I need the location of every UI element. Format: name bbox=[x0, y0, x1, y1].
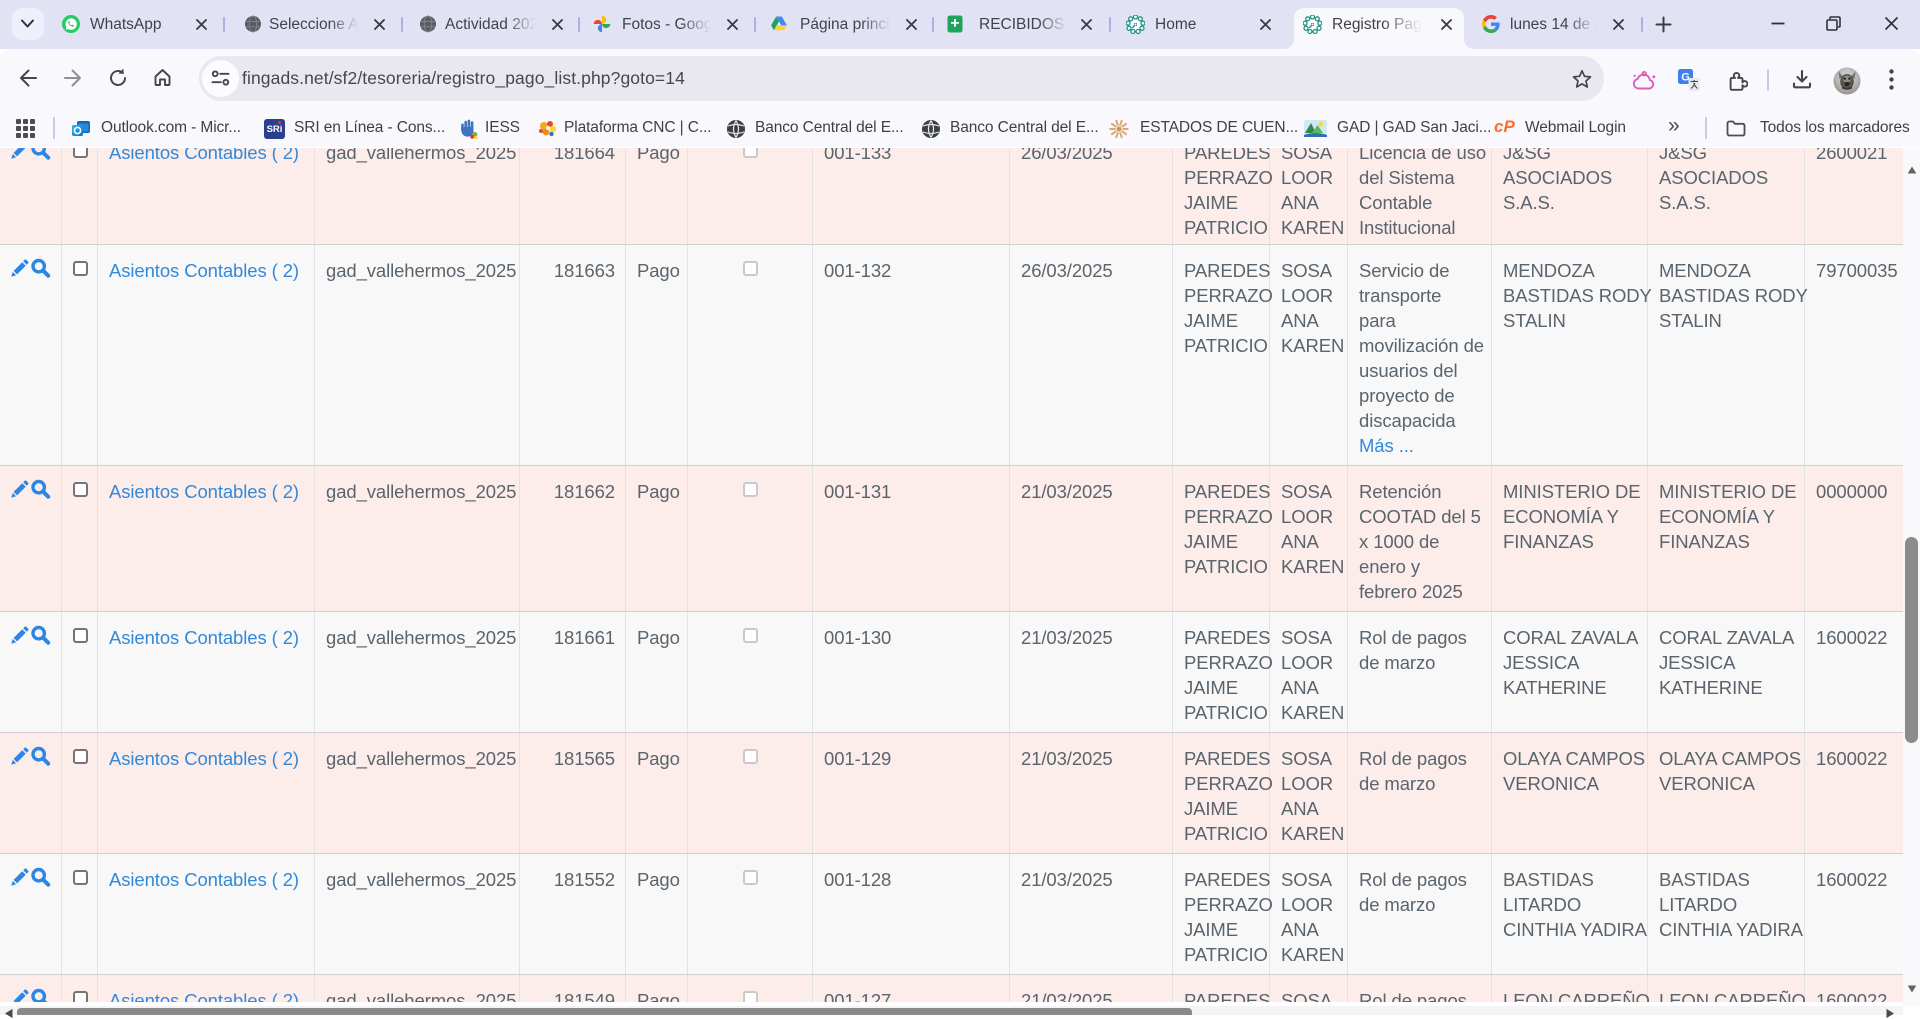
svg-text:G: G bbox=[1681, 72, 1690, 84]
